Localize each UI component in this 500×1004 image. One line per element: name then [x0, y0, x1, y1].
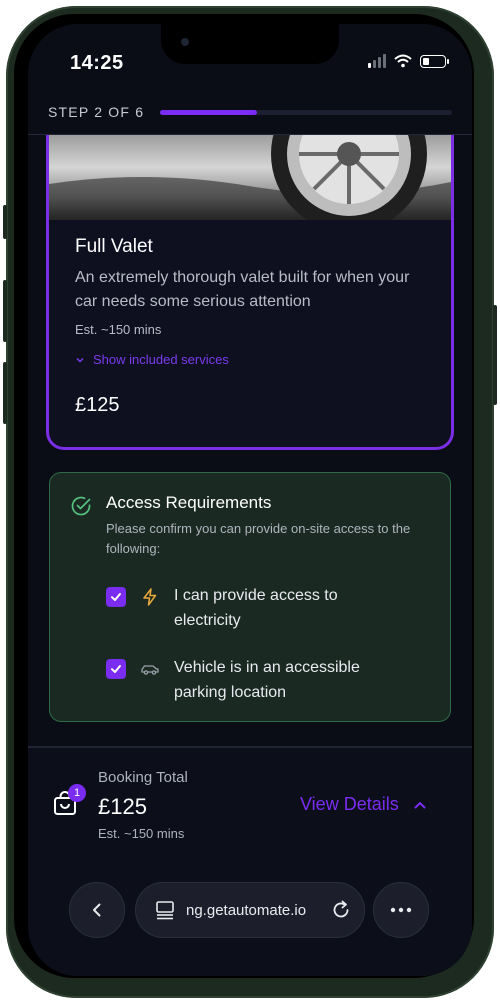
- step-progress-bar: [160, 110, 452, 115]
- url-text[interactable]: ng.getautomate.io: [186, 902, 322, 919]
- volume-down-button: [3, 362, 7, 424]
- status-icons: [368, 54, 449, 68]
- checkmark-icon: [111, 665, 121, 673]
- service-price: £125: [75, 394, 120, 416]
- chevron-left-icon: [93, 903, 101, 917]
- access-subtitle: Please confirm you can provide on-site a…: [106, 521, 411, 556]
- mute-switch: [3, 205, 7, 239]
- service-title: Full Valet: [75, 236, 153, 257]
- browser-toolbar: ng.getautomate.io: [28, 882, 472, 952]
- electricity-label: I can provide access to electricity: [174, 587, 338, 629]
- step-progress-fill: [160, 110, 258, 115]
- checkmark-icon: [111, 593, 121, 601]
- notch: [161, 24, 339, 64]
- more-dots-icon: [390, 907, 412, 913]
- signal-icon: [368, 54, 386, 68]
- service-duration: Est. ~150 mins: [75, 322, 162, 337]
- access-title: Access Requirements: [106, 493, 272, 512]
- address-bar[interactable]: ng.getautomate.io: [135, 882, 365, 938]
- show-included-services-label: Show included services: [93, 352, 229, 367]
- show-included-services-link[interactable]: Show included services: [75, 352, 229, 367]
- booking-duration: Est. ~150 mins: [98, 826, 185, 841]
- access-item-parking[interactable]: Vehicle is in an accessible parking loca…: [106, 655, 374, 705]
- screen: Full Valet An extremely thorough valet b…: [28, 24, 472, 976]
- reload-icon[interactable]: [330, 899, 352, 921]
- car-wheel-image: [49, 124, 451, 220]
- wifi-icon: [394, 54, 412, 68]
- more-options-button[interactable]: [373, 882, 429, 938]
- power-button: [493, 305, 497, 405]
- chevron-up-icon: [414, 801, 426, 808]
- header-divider: [28, 134, 472, 135]
- service-description: An extremely thorough valet built for wh…: [75, 269, 410, 310]
- battery-icon: [420, 54, 449, 68]
- car-icon: [141, 665, 159, 675]
- status-time: 14:25: [70, 52, 124, 74]
- camera-icon: [181, 38, 189, 46]
- step-label: STEP 2 OF 6: [48, 104, 145, 120]
- access-item-electricity[interactable]: I can provide access to electricity: [106, 583, 374, 633]
- view-details-label: View Details: [300, 794, 399, 814]
- service-card[interactable]: Full Valet An extremely thorough valet b…: [46, 124, 454, 450]
- step-indicator: STEP 2 OF 6: [48, 104, 144, 120]
- back-button[interactable]: [69, 882, 125, 938]
- parking-checkbox[interactable]: [106, 659, 126, 679]
- booking-total-amount: £125: [98, 794, 147, 819]
- page-menu-icon[interactable]: [154, 899, 176, 921]
- cart-count-badge: 1: [68, 784, 86, 802]
- access-requirements-card: Access Requirements Please confirm you c…: [49, 472, 451, 722]
- chevron-down-icon: [76, 357, 84, 363]
- lightning-icon: [143, 588, 157, 606]
- electricity-checkbox[interactable]: [106, 587, 126, 607]
- view-details-button[interactable]: View Details: [300, 794, 427, 815]
- booking-total-label: Booking Total: [98, 769, 188, 786]
- volume-up-button: [3, 280, 7, 342]
- check-circle-icon: [71, 496, 91, 516]
- parking-label: Vehicle is in an accessible parking loca…: [174, 659, 360, 701]
